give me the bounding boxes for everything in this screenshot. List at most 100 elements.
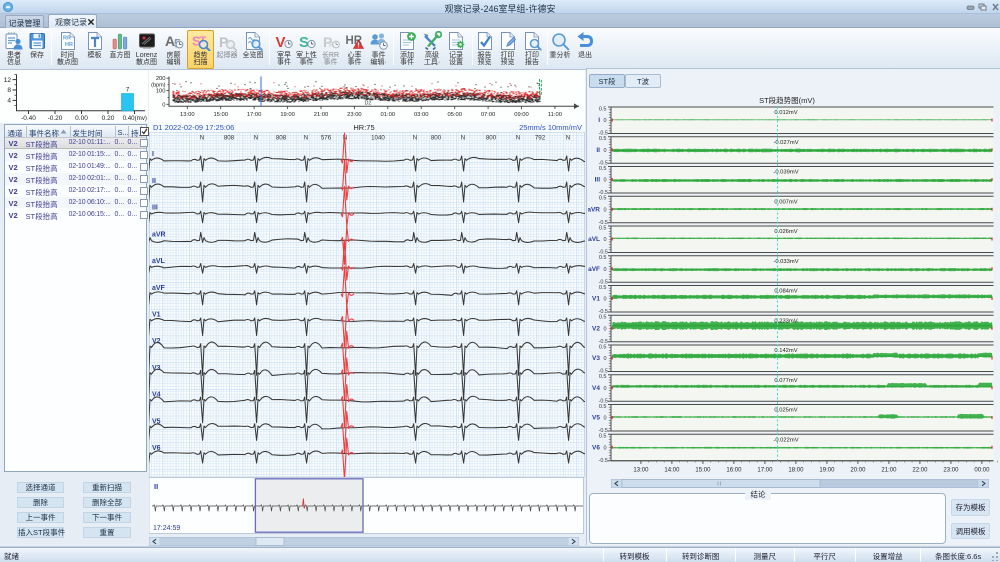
svg-text:0: 0 bbox=[603, 267, 606, 273]
svg-text:V4: V4 bbox=[592, 385, 600, 392]
svg-text:III: III bbox=[152, 205, 158, 212]
svg-text:0.5: 0.5 bbox=[599, 106, 607, 112]
svg-text:0.5: 0.5 bbox=[599, 315, 607, 321]
svg-text:I: I bbox=[152, 151, 154, 158]
svg-text:19:00: 19:00 bbox=[280, 112, 295, 118]
svg-text:22:00: 22:00 bbox=[912, 467, 928, 472]
svg-text:N: N bbox=[413, 135, 417, 142]
svg-text:09:00: 09:00 bbox=[514, 112, 529, 118]
svg-text:23:00: 23:00 bbox=[943, 467, 959, 472]
svg-text:V1: V1 bbox=[152, 312, 161, 319]
svg-text:II: II bbox=[154, 482, 158, 491]
svg-text:21:00: 21:00 bbox=[881, 467, 897, 472]
svg-text:8: 8 bbox=[7, 87, 11, 94]
svg-text:7: 7 bbox=[126, 87, 130, 94]
svg-text:I: I bbox=[598, 117, 600, 124]
svg-text:20:00: 20:00 bbox=[850, 467, 866, 472]
svg-text:0.5: 0.5 bbox=[599, 225, 607, 231]
svg-text:00:00: 00:00 bbox=[974, 467, 990, 472]
svg-text:0: 0 bbox=[603, 237, 606, 243]
svg-text:0.20: 0.20 bbox=[102, 115, 115, 122]
svg-text:792: 792 bbox=[535, 135, 546, 142]
svg-text:800: 800 bbox=[431, 135, 442, 142]
svg-text:17:00: 17:00 bbox=[757, 467, 773, 472]
svg-text:0.5: 0.5 bbox=[599, 255, 607, 261]
svg-text:V3: V3 bbox=[592, 355, 600, 362]
svg-text:HR:75: HR:75 bbox=[353, 123, 374, 132]
svg-text:0.00: 0.00 bbox=[75, 115, 88, 122]
svg-text:13:00: 13:00 bbox=[633, 467, 649, 472]
svg-text:0.5: 0.5 bbox=[599, 196, 607, 202]
svg-text:aVL: aVL bbox=[152, 258, 166, 265]
svg-text:0: 0 bbox=[603, 297, 606, 303]
svg-text:800: 800 bbox=[486, 135, 497, 142]
svg-text:1040: 1040 bbox=[371, 135, 385, 142]
svg-text:23:00: 23:00 bbox=[347, 112, 362, 118]
svg-text:V2: V2 bbox=[592, 325, 600, 332]
svg-text:V6: V6 bbox=[592, 444, 600, 451]
svg-text:N: N bbox=[304, 135, 308, 142]
svg-text:V1: V1 bbox=[592, 296, 600, 303]
svg-text:0: 0 bbox=[603, 326, 606, 332]
svg-text:19:00: 19:00 bbox=[819, 467, 835, 472]
svg-text:17:00: 17:00 bbox=[247, 112, 262, 118]
svg-text:-0.5: -0.5 bbox=[599, 458, 608, 464]
svg-text:N: N bbox=[516, 135, 520, 142]
svg-text:15:00: 15:00 bbox=[695, 467, 711, 472]
svg-text:07:00: 07:00 bbox=[481, 112, 496, 118]
svg-text:N: N bbox=[200, 135, 204, 142]
svg-text:0.5: 0.5 bbox=[599, 285, 607, 291]
svg-text:18:00: 18:00 bbox=[788, 467, 804, 472]
svg-text:D2: D2 bbox=[365, 101, 372, 107]
svg-text:V3: V3 bbox=[152, 365, 161, 372]
svg-text:0: 0 bbox=[603, 356, 606, 362]
svg-text:0: 0 bbox=[603, 178, 606, 184]
svg-text:V5: V5 bbox=[592, 415, 600, 422]
svg-text:ST段趋势图(mV): ST段趋势图(mV) bbox=[759, 95, 815, 105]
svg-text:0.5: 0.5 bbox=[599, 374, 607, 380]
svg-text:16:00: 16:00 bbox=[726, 467, 742, 472]
svg-text:aVR: aVR bbox=[588, 206, 600, 213]
svg-text:576: 576 bbox=[321, 135, 332, 142]
svg-text:aVF: aVF bbox=[588, 266, 600, 273]
svg-text:15:00: 15:00 bbox=[213, 112, 228, 118]
svg-text:14:00: 14:00 bbox=[664, 467, 680, 472]
svg-text:III: III bbox=[595, 177, 601, 184]
svg-text:0.5: 0.5 bbox=[599, 136, 607, 142]
svg-text:0.5: 0.5 bbox=[599, 166, 607, 172]
svg-text:17:24:59: 17:24:59 bbox=[153, 525, 180, 532]
svg-text:12: 12 bbox=[4, 77, 12, 84]
svg-text:aVF: aVF bbox=[152, 285, 166, 292]
svg-text:N: N bbox=[566, 135, 570, 142]
svg-text:0: 0 bbox=[603, 207, 606, 213]
svg-text:0: 0 bbox=[603, 445, 606, 451]
svg-text:S: S bbox=[299, 34, 309, 51]
svg-text:0.5: 0.5 bbox=[599, 344, 607, 350]
svg-text:N: N bbox=[254, 135, 258, 142]
svg-text:II: II bbox=[596, 147, 600, 154]
svg-text:13:00: 13:00 bbox=[180, 112, 195, 118]
svg-text:4: 4 bbox=[7, 98, 11, 105]
svg-text:aVL: aVL bbox=[588, 236, 600, 243]
svg-text:0: 0 bbox=[603, 118, 606, 124]
svg-text:808: 808 bbox=[276, 135, 287, 142]
svg-text:N: N bbox=[461, 135, 465, 142]
svg-text:200: 200 bbox=[156, 76, 166, 82]
svg-text:-0.20: -0.20 bbox=[48, 115, 63, 122]
svg-text:HR: HR bbox=[65, 42, 73, 48]
svg-text:-0.40: -0.40 bbox=[21, 115, 36, 122]
svg-text:0: 0 bbox=[603, 386, 606, 392]
svg-text:21:00: 21:00 bbox=[314, 112, 329, 118]
svg-text:0.5: 0.5 bbox=[599, 404, 607, 410]
svg-text:11:00: 11:00 bbox=[548, 112, 562, 118]
svg-text:aVR: aVR bbox=[152, 231, 166, 238]
svg-text:0: 0 bbox=[603, 416, 606, 422]
svg-text:0.5: 0.5 bbox=[599, 434, 607, 440]
svg-text:808: 808 bbox=[224, 135, 235, 142]
svg-text:05:00: 05:00 bbox=[447, 112, 462, 118]
svg-text:0: 0 bbox=[603, 148, 606, 154]
svg-text:RR: RR bbox=[63, 36, 71, 42]
svg-text:03:00: 03:00 bbox=[414, 112, 429, 118]
svg-text:25mm/s 10mm/mV: 25mm/s 10mm/mV bbox=[519, 123, 582, 132]
svg-text:V: V bbox=[276, 34, 286, 51]
